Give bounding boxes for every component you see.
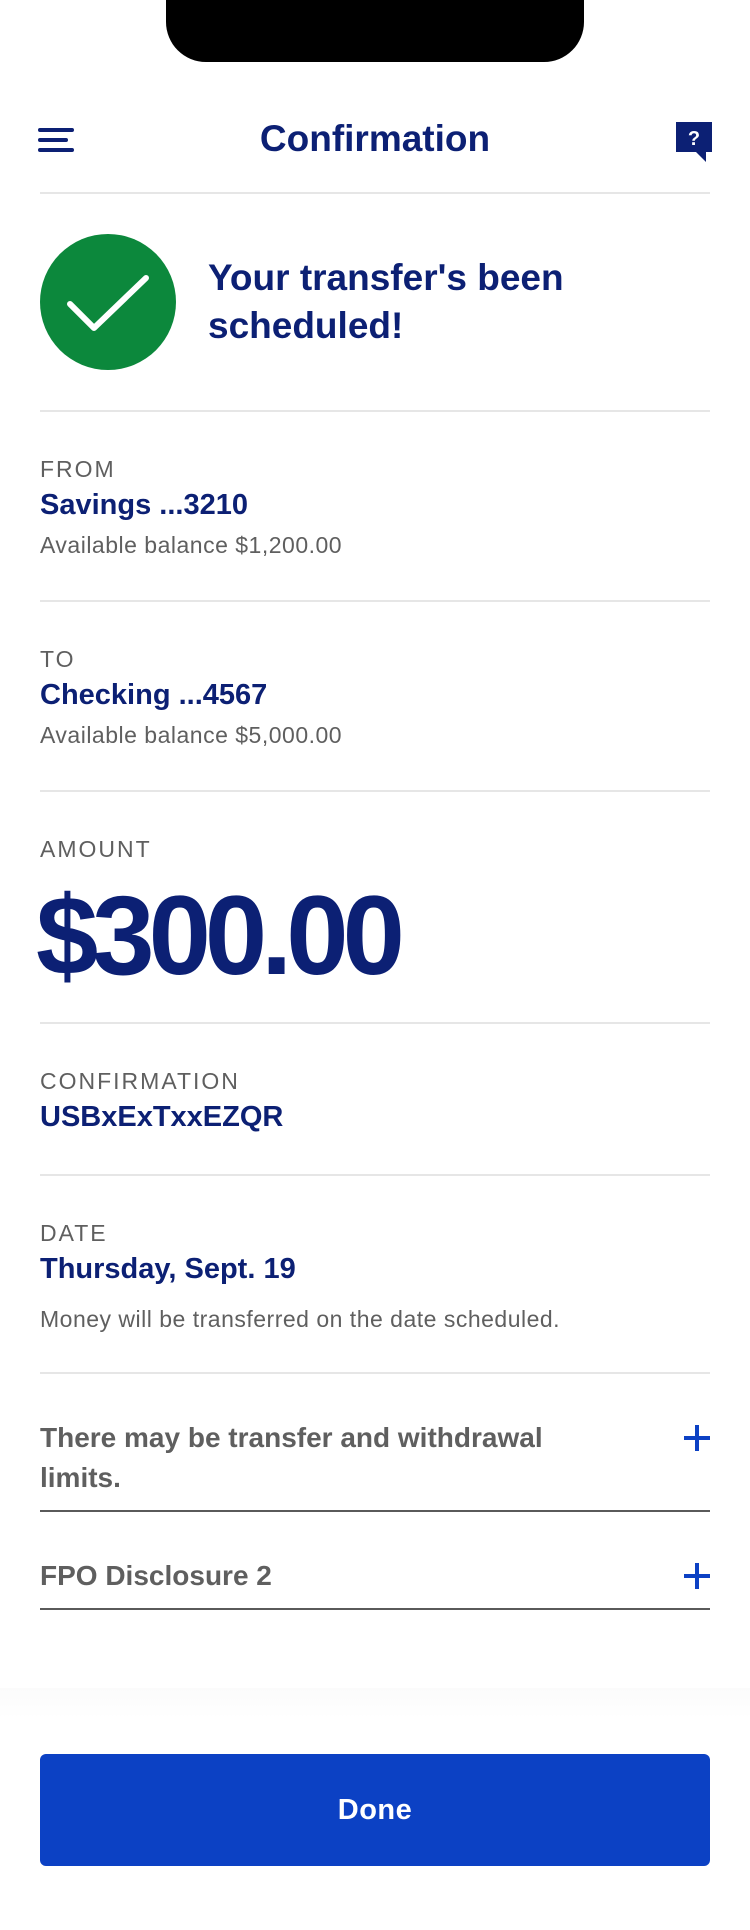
divider bbox=[40, 1174, 710, 1176]
amount-label: AMOUNT bbox=[40, 836, 152, 862]
date-note: Money will be transferred on the date sc… bbox=[40, 1306, 561, 1332]
plus-icon[interactable] bbox=[684, 1563, 710, 1589]
disclosure-text: FPO Disclosure 2 bbox=[40, 1560, 272, 1591]
confirmation-code: USBxExTxxEZQR bbox=[40, 1101, 284, 1133]
to-account: Checking ...4567 bbox=[40, 679, 268, 711]
to-balance: Available balance $5,000.00 bbox=[40, 722, 343, 748]
footer-shade bbox=[0, 1688, 750, 1718]
disclosure-text: There may be transfer and withdrawal lim… bbox=[40, 1422, 543, 1493]
date-value: Thursday, Sept. 19 bbox=[40, 1253, 296, 1285]
done-button[interactable]: Done bbox=[40, 1754, 710, 1866]
divider bbox=[40, 790, 710, 792]
help-chat-icon[interactable]: ? bbox=[676, 122, 712, 164]
disclosure-fpo-2[interactable]: FPO Disclosure 2 bbox=[40, 1556, 710, 1596]
amount-value: $300.00 bbox=[36, 873, 405, 998]
success-checkmark-icon bbox=[40, 234, 176, 370]
divider bbox=[40, 192, 710, 194]
confirmation-label: CONFIRMATION bbox=[40, 1068, 240, 1094]
from-label: FROM bbox=[40, 456, 116, 482]
success-message: Your transfer's been scheduled! bbox=[208, 257, 564, 346]
divider bbox=[40, 600, 710, 602]
to-label: TO bbox=[40, 646, 76, 672]
page-title: Confirmation bbox=[259, 118, 491, 159]
divider bbox=[40, 1022, 710, 1024]
confirmation-screen: Confirmation ? Your transfer's been sche… bbox=[0, 0, 750, 1930]
date-label: DATE bbox=[40, 1220, 108, 1246]
plus-icon[interactable] bbox=[684, 1425, 710, 1451]
divider bbox=[40, 1608, 710, 1610]
app-header: Confirmation ? bbox=[0, 108, 750, 174]
divider bbox=[40, 410, 710, 412]
device-notch bbox=[166, 0, 584, 62]
from-account: Savings ...3210 bbox=[40, 489, 248, 521]
divider bbox=[40, 1510, 710, 1512]
disclosure-transfer-limits[interactable]: There may be transfer and withdrawal lim… bbox=[40, 1418, 710, 1498]
divider bbox=[40, 1372, 710, 1374]
help-glyph: ? bbox=[688, 128, 700, 150]
from-balance: Available balance $1,200.00 bbox=[40, 532, 343, 558]
